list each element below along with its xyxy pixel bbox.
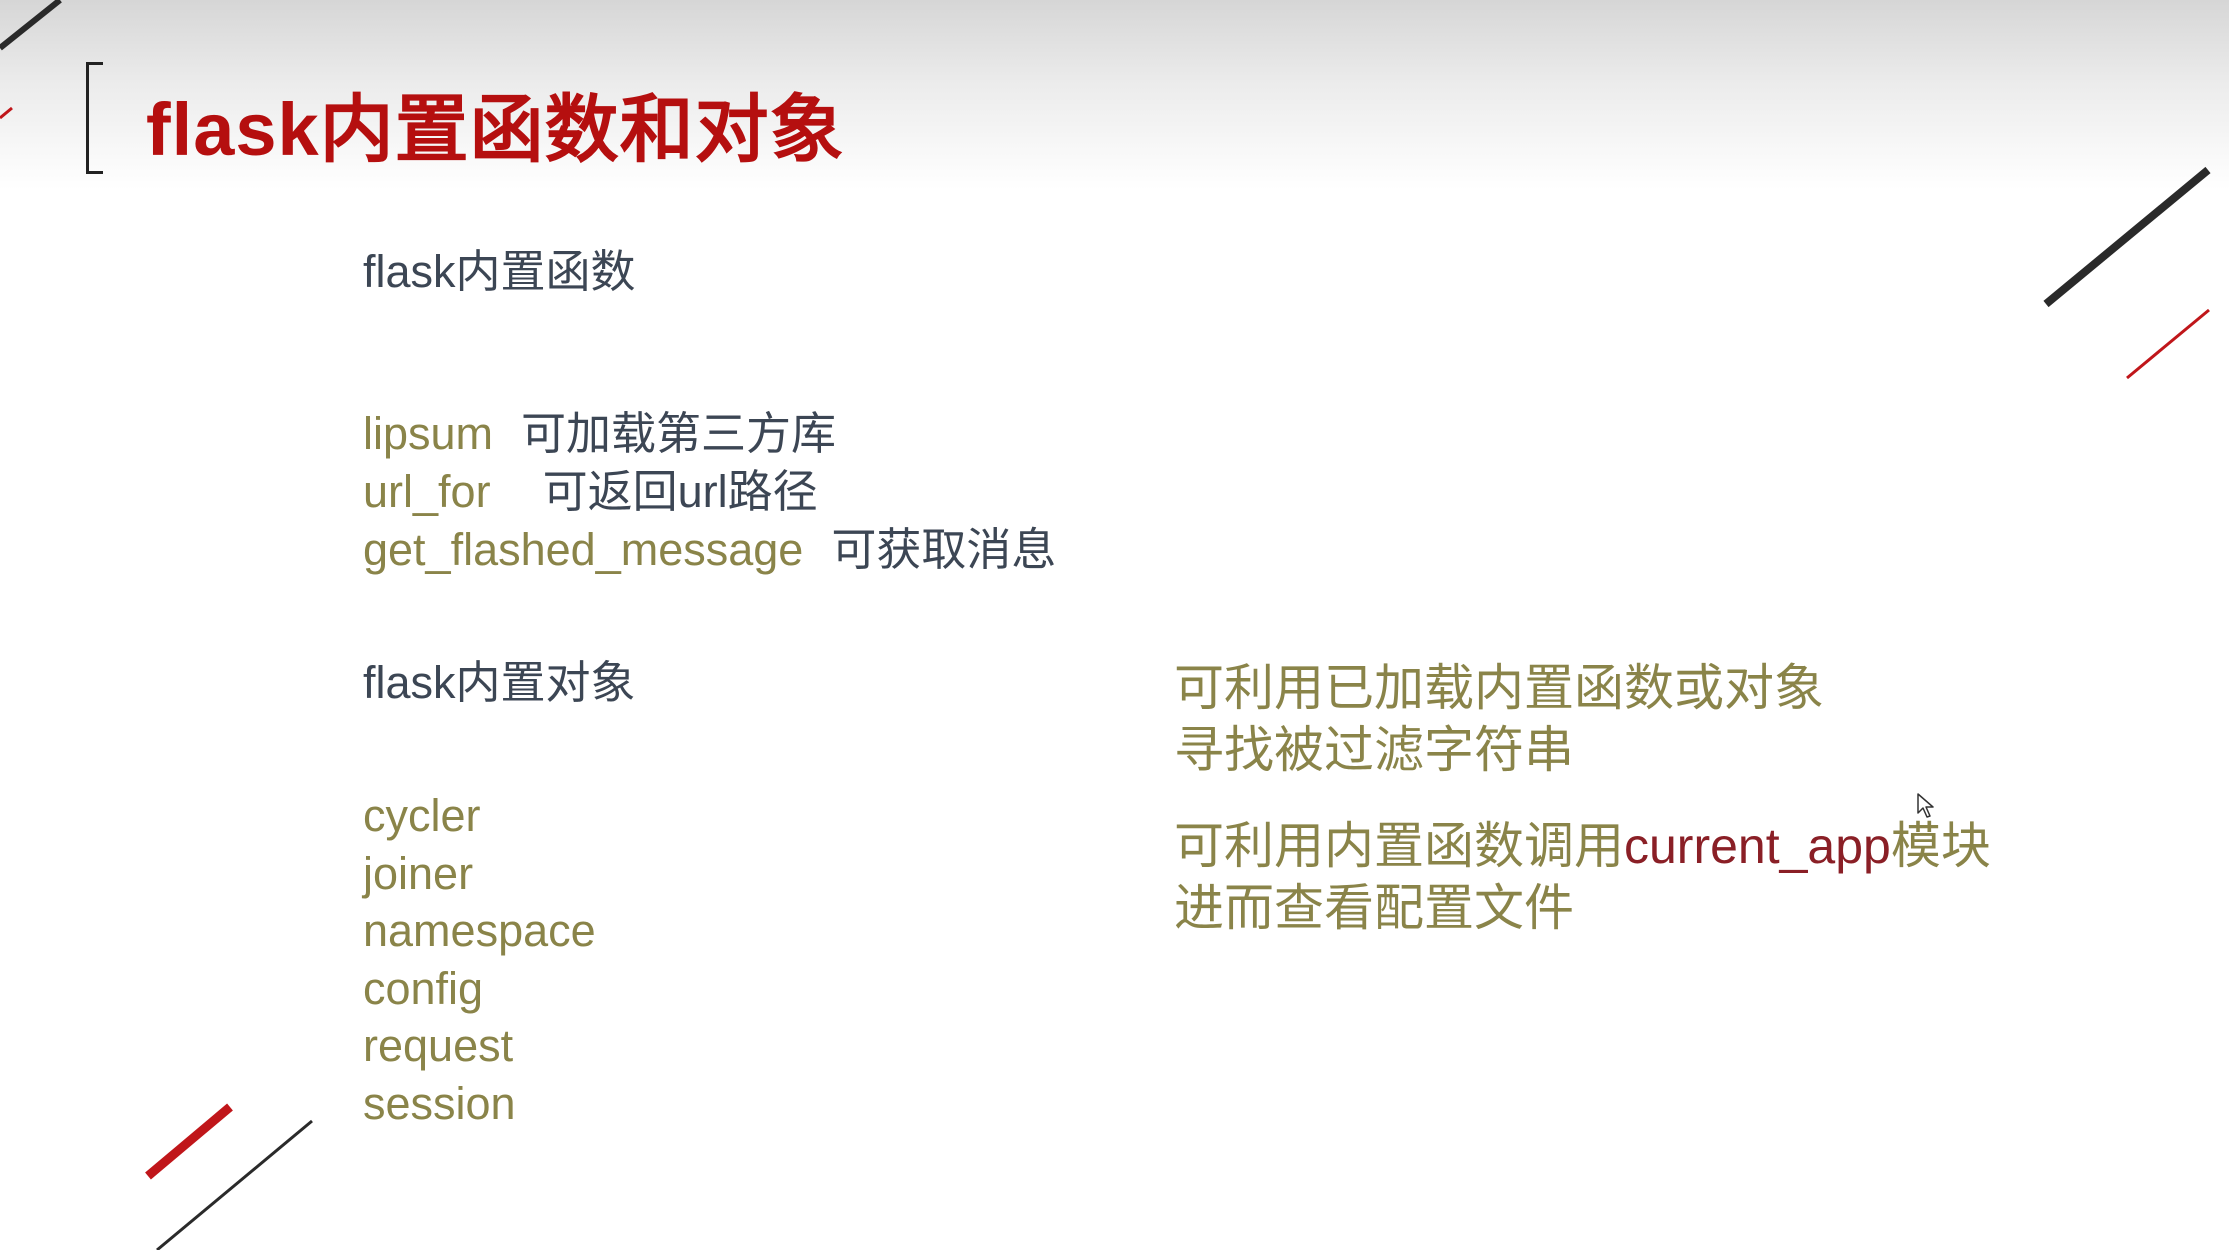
note-2-text-a: 可利用内置函数调用 (1174, 818, 1624, 874)
function-row: lipsum 可加载第三方库 (363, 405, 836, 463)
function-row: url_for 可返回url路径 (363, 463, 818, 521)
note-2-line-1: 可利用内置函数调用current_app模块 (1174, 814, 1991, 878)
object-item: cycler (363, 790, 481, 841)
function-name: lipsum (363, 408, 494, 459)
function-row: get_flashed_message 可获取消息 (363, 521, 1056, 579)
function-name: get_flashed_message (363, 524, 804, 575)
title-bracket (86, 62, 103, 174)
object-item: session (363, 1078, 516, 1129)
object-item: namespace (363, 905, 596, 956)
mouse-pointer-icon (1917, 793, 1934, 818)
objects-heading: flask内置对象 (363, 657, 636, 708)
note-1-line-1: 可利用已加载内置函数或对象 (1174, 660, 1824, 716)
note-2-highlight: current_app (1624, 818, 1891, 874)
note-2-text-b: 模块 (1890, 818, 1991, 874)
function-name: url_for (363, 466, 491, 517)
functions-heading: flask内置函数 (363, 246, 636, 297)
function-desc: 可获取消息 (831, 524, 1057, 575)
note-1-line-2: 寻找被过滤字符串 (1174, 722, 1574, 778)
slide-title: flask内置函数和对象 (146, 88, 845, 171)
function-desc: 可加载第三方库 (521, 408, 837, 459)
function-desc: 可返回url路径 (542, 466, 818, 517)
object-item: config (363, 963, 484, 1014)
object-item: request (363, 1020, 514, 1071)
object-item: joiner (363, 848, 474, 899)
note-2-line-2: 进而查看配置文件 (1174, 880, 1574, 936)
